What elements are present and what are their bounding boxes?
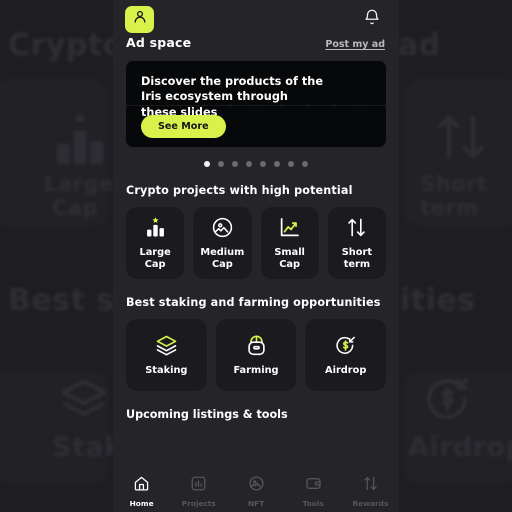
carousel-dot[interactable]	[232, 161, 238, 167]
card-label: Staking	[145, 364, 188, 376]
backdrop-layers-icon	[58, 375, 110, 431]
nav-item-tools[interactable]: Tools	[285, 475, 342, 508]
card-medium-cap[interactable]: Medium Cap	[193, 207, 252, 279]
carousel-dot[interactable]	[260, 161, 266, 167]
banner-text: Discover the products of the Iris ecosys…	[141, 75, 324, 119]
card-staking[interactable]: Staking	[126, 319, 207, 391]
avatar[interactable]	[125, 5, 154, 33]
bell-icon	[363, 8, 381, 30]
section-heading-staking: Best staking and farming opportunities	[126, 296, 381, 309]
layers-icon	[155, 334, 178, 358]
card-short-term[interactable]: Short term	[327, 207, 386, 279]
bar-chart-star-icon	[144, 216, 167, 240]
dollar-refresh-icon	[334, 334, 357, 358]
card-airdrop[interactable]: Airdrop	[305, 319, 387, 391]
basket-icon	[245, 334, 268, 358]
backdrop-dollar-icon	[420, 372, 474, 430]
post-my-ad-link[interactable]: Post my ad	[325, 39, 385, 50]
staking-row: Staking Farming Airdrop	[113, 319, 399, 391]
backdrop-word: Cap	[52, 196, 99, 220]
nav-label: NFT	[247, 498, 265, 508]
card-label: Airdrop	[325, 364, 367, 376]
card-farming[interactable]: Farming	[215, 319, 297, 391]
card-label: Farming	[233, 364, 279, 376]
backdrop-word: Airdrop	[408, 432, 512, 463]
card-label: Medium Cap	[200, 246, 245, 270]
arrows-up-down-icon	[345, 216, 368, 240]
wallet-icon	[305, 475, 322, 496]
transfer-icon	[362, 475, 379, 496]
nav-label: Projects	[181, 498, 216, 508]
see-more-button[interactable]: See More	[141, 115, 226, 138]
nav-label: Rewards	[352, 498, 389, 508]
backdrop-word: term	[420, 196, 479, 220]
ad-space-row: Ad space Post my ad	[113, 34, 399, 50]
carousel-dot[interactable]	[274, 161, 280, 167]
person-icon	[132, 9, 148, 29]
card-label: Short term	[341, 246, 373, 270]
backdrop-word: Large	[44, 172, 114, 196]
backdrop-bar-chart-icon	[48, 110, 112, 176]
nav-item-nft[interactable]: NFT	[227, 475, 284, 508]
card-small-cap[interactable]: Small Cap	[260, 207, 319, 279]
carousel-dots[interactable]	[113, 161, 399, 167]
card-label: Large Cap	[139, 246, 171, 270]
crypto-projects-row: Large Cap Medium Cap Small Cap Short ter…	[113, 207, 399, 279]
backdrop-arrows-icon	[432, 108, 490, 170]
home-icon	[133, 475, 150, 496]
bottom-nav: Home Projects NFT Tools Rewards	[113, 470, 399, 512]
carousel-dot[interactable]	[204, 161, 210, 167]
section-heading-upcoming-listings: Upcoming listings & tools	[126, 408, 288, 421]
card-label: Small Cap	[274, 246, 305, 270]
line-chart-icon	[278, 216, 301, 240]
backdrop-word: ad	[398, 28, 441, 63]
nav-item-rewards[interactable]: Rewards	[342, 475, 399, 508]
section-heading-crypto-projects: Crypto projects with high potential	[126, 184, 353, 197]
top-bar	[113, 0, 399, 34]
image-circle-icon	[211, 216, 234, 240]
image-icon	[248, 475, 265, 496]
carousel-dot[interactable]	[288, 161, 294, 167]
card-large-cap[interactable]: Large Cap	[126, 207, 185, 279]
carousel-dot[interactable]	[246, 161, 252, 167]
chart-icon	[190, 475, 207, 496]
carousel-dot[interactable]	[302, 161, 308, 167]
app-screen: Ad space Post my ad Discover the product…	[113, 0, 399, 512]
ad-space-title: Ad space	[126, 35, 192, 50]
nav-label: Tools	[302, 498, 324, 508]
backdrop-word: Short	[420, 172, 488, 196]
nav-label: Home	[129, 498, 154, 508]
nav-item-home[interactable]: Home	[113, 475, 170, 508]
backdrop-word: ities	[400, 283, 476, 318]
nav-item-projects[interactable]: Projects	[170, 475, 227, 508]
carousel-dot[interactable]	[218, 161, 224, 167]
notification-bell-button[interactable]	[359, 6, 385, 32]
promo-banner[interactable]: Discover the products of the Iris ecosys…	[126, 61, 386, 147]
